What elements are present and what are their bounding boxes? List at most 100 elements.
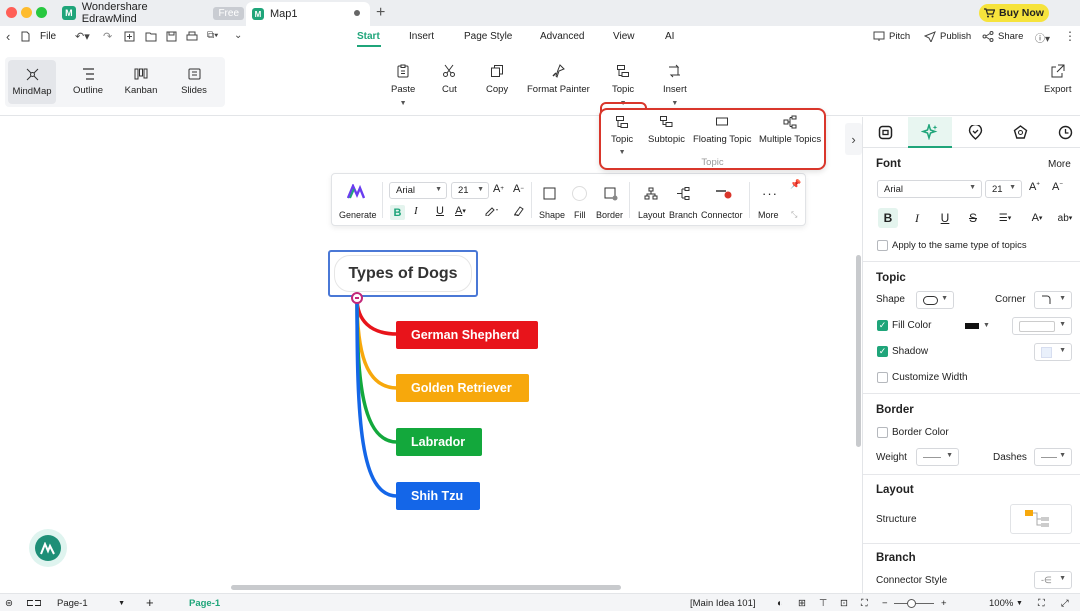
panel-bold-button[interactable]: B <box>878 208 898 228</box>
panel-increase-font-icon[interactable]: A+ <box>1029 181 1040 193</box>
tab-style-format[interactable] <box>863 117 907 148</box>
layout-icon[interactable] <box>644 187 658 200</box>
dropdown-subtopic-button[interactable]: Subtopic <box>648 115 685 145</box>
font-family-select[interactable]: Arial ▼ <box>389 182 447 199</box>
expand-icon[interactable]: ⤢ <box>1061 598 1069 609</box>
bold-button[interactable]: B <box>390 205 405 220</box>
buy-now-button[interactable]: Buy Now <box>979 4 1049 22</box>
border-color-checkbox[interactable] <box>877 427 888 438</box>
dropdown-topic-button[interactable]: Topic ▼ <box>611 115 633 156</box>
view-outline-button[interactable]: Outline <box>64 60 112 104</box>
structure-select[interactable] <box>1010 504 1072 534</box>
save-icon[interactable] <box>166 31 177 42</box>
panel-strikethrough-icon[interactable]: S <box>963 208 983 228</box>
fill-color-icon[interactable] <box>572 186 587 201</box>
tab-start[interactable]: Start <box>357 31 380 42</box>
share-button[interactable]: Share <box>982 31 1023 42</box>
subtopic-german-shepherd[interactable]: German Shepherd <box>396 321 538 349</box>
dashes-select[interactable]: ▼ <box>1034 448 1072 466</box>
corner-select[interactable]: ▼ <box>1034 291 1072 309</box>
collapse-branches-toggle[interactable] <box>351 292 363 304</box>
shadow-checkbox[interactable]: ✓ <box>877 346 888 357</box>
dropdown-multiple-topics-button[interactable]: Multiple Topics <box>759 115 821 145</box>
panel-italic-button[interactable]: I <box>907 208 927 228</box>
panel-font-family-select[interactable]: Arial ▼ <box>877 180 982 198</box>
font-size-select[interactable]: 21 ▼ <box>451 182 489 199</box>
tab-history[interactable] <box>1043 117 1080 148</box>
insert-relationship-button[interactable]: Insert ▼ <box>663 64 687 107</box>
tab-clipart[interactable] <box>998 117 1042 148</box>
shadow-select[interactable]: ▼ <box>1034 343 1072 361</box>
panel-text-case-icon[interactable]: ab ▾ <box>1051 208 1079 228</box>
redo-icon[interactable]: ↷ <box>103 30 112 43</box>
topic-button[interactable]: Topic ▼ <box>612 64 634 107</box>
text-color-icon[interactable]: A ▾ <box>455 205 466 217</box>
horizontal-scrollbar[interactable] <box>231 585 621 590</box>
fill-color-select[interactable]: ▼ <box>1012 317 1072 335</box>
copy-button[interactable]: Copy <box>486 64 508 95</box>
close-window-button[interactable] <box>6 7 17 18</box>
decrease-font-icon[interactable]: A − <box>513 183 524 195</box>
italic-button[interactable]: I <box>414 205 418 217</box>
cut-button[interactable]: Cut <box>442 64 457 95</box>
tab-page-style[interactable]: Page Style <box>464 31 512 42</box>
fit-icon[interactable]: ◐ <box>777 598 783 609</box>
zoom-caret-icon[interactable]: ▼ <box>1016 600 1023 607</box>
zoom-level[interactable]: 100% <box>989 598 1013 609</box>
panel-toggle-icon[interactable]: ⊏⊐ <box>26 598 42 609</box>
resize-icon[interactable]: ⤡ <box>791 210 797 220</box>
help-icon[interactable]: ⓘ▾ <box>1035 30 1050 45</box>
generate-ai-icon[interactable] <box>347 184 365 200</box>
new-tab-plus-icon[interactable]: + <box>376 4 385 22</box>
page-tab-active[interactable]: Page-1 <box>189 598 220 609</box>
dropdown-topic-caret-icon[interactable]: ▼ <box>619 149 626 156</box>
document-tab[interactable]: M Map1 <box>246 2 370 26</box>
customize-width-checkbox[interactable] <box>877 372 888 383</box>
tab-ai-theme[interactable] <box>908 117 952 148</box>
fit-screen-icon[interactable]: ⛶ <box>1038 598 1045 609</box>
shape-select[interactable]: ▼ <box>916 291 954 309</box>
panel-text-color-icon[interactable]: A ▾ <box>1027 208 1047 228</box>
fullscreen-icon[interactable]: ⛶ <box>861 598 868 609</box>
subtopic-golden-retriever[interactable]: Golden Retriever <box>396 374 529 402</box>
file-menu[interactable]: File <box>40 31 56 42</box>
tab-ai[interactable]: AI <box>665 31 674 42</box>
view-mindmap-button[interactable]: MindMap <box>8 60 56 104</box>
ai-assistant-button[interactable] <box>29 529 67 567</box>
root-topic[interactable]: Types of Dogs <box>328 250 478 297</box>
branch-icon[interactable] <box>676 187 690 200</box>
zoom-out-icon[interactable]: − <box>882 598 888 609</box>
view-kanban-button[interactable]: Kanban <box>117 60 165 104</box>
paste-button[interactable]: Paste ▼ <box>391 64 415 107</box>
format-painter-button[interactable]: Format Painter <box>527 64 590 95</box>
panel-align-icon[interactable]: ☰ ▾ <box>991 208 1019 228</box>
weight-select[interactable]: ▼ <box>916 448 959 466</box>
publish-button[interactable]: Publish <box>924 31 971 42</box>
tab-view[interactable]: View <box>613 31 635 42</box>
minimize-window-button[interactable] <box>21 7 32 18</box>
open-folder-icon[interactable] <box>145 31 157 42</box>
panel-decrease-font-icon[interactable]: A− <box>1052 181 1063 193</box>
font-more-link[interactable]: More <box>1048 159 1071 170</box>
clear-format-icon[interactable] <box>513 205 524 216</box>
dropdown-floating-topic-button[interactable]: Floating Topic <box>693 115 751 145</box>
insert-dropdown-caret-icon[interactable]: ▼ <box>671 100 678 107</box>
zoom-in-icon[interactable]: + <box>941 598 947 609</box>
unsaved-dot-icon[interactable] <box>354 10 360 16</box>
view-slides-button[interactable]: Slides <box>170 60 218 104</box>
more-chevron-icon[interactable]: ⌄ <box>234 30 242 41</box>
app-tab[interactable]: M Wondershare EdrawMind Free <box>54 0 244 26</box>
more-dots-icon[interactable]: ··· <box>762 186 778 201</box>
fill-color-checkbox[interactable]: ✓ <box>877 320 888 331</box>
pitch-button[interactable]: Pitch <box>873 31 910 42</box>
underline-button[interactable]: U <box>436 205 444 217</box>
maximize-window-button[interactable] <box>36 7 47 18</box>
tab-advanced[interactable]: Advanced <box>540 31 584 42</box>
tab-marker[interactable] <box>953 117 997 148</box>
fill-color-picker[interactable]: ▼ <box>960 317 1002 335</box>
connector-icon[interactable] <box>715 188 733 199</box>
fit-page-icon[interactable]: ⊡ <box>840 598 848 609</box>
page-settings-icon[interactable]: ⊜ <box>5 598 13 609</box>
subtopic-shih-tzu[interactable]: Shih Tzu <box>396 482 480 510</box>
apply-same-type-checkbox[interactable] <box>877 240 888 251</box>
